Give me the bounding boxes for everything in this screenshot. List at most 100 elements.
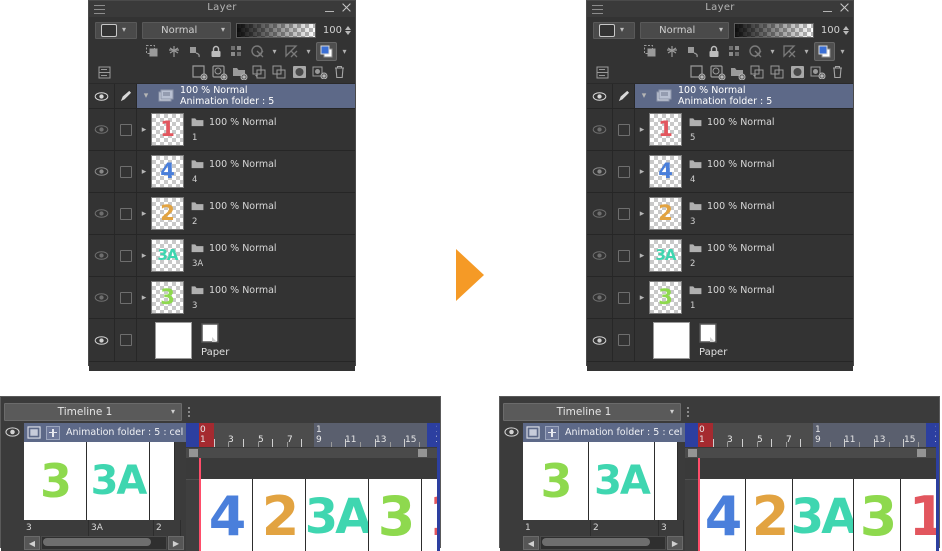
opacity-stepper[interactable] [345,25,351,35]
blend-mode-select[interactable]: Normal ▾ [141,21,231,39]
layer-row[interactable]: ▸ 3A 100 % Normal 2 [587,235,853,277]
timeline-cell[interactable]: 2 [253,479,306,551]
apply-mask-icon[interactable] [310,64,329,81]
scrollbar-thumb-right[interactable] [418,449,427,457]
timeline-track-header[interactable]: Animation folder : 5 : cel [24,423,186,442]
timeline-cell[interactable] [655,442,678,520]
delete-layer-icon[interactable] [828,64,847,81]
create-mask-icon[interactable] [290,64,309,81]
layer-row[interactable]: ▸ 3 100 % Normal 1 [587,277,853,319]
scrollbar-thumb-right[interactable] [917,449,926,457]
timeline-cell[interactable]: 3 [24,442,87,520]
lock-toggle[interactable] [115,193,137,234]
layer-row[interactable]: ▸ 3A 100 % Normal 3A [89,235,355,277]
new-folder-icon[interactable] [728,64,747,81]
timeline-cell[interactable]: 3A [589,442,655,520]
visibility-toggle[interactable] [89,277,115,318]
ruler-snap-icon[interactable] [164,43,183,60]
lock-toggle[interactable] [115,151,137,192]
timeline-track-header[interactable]: Animation folder : 5 : cel [523,423,685,442]
timeline-cell[interactable]: 4 [200,479,253,551]
lock-grid-icon[interactable] [227,43,246,60]
chevron-down-icon[interactable]: ▾ [269,43,280,60]
combine-down-icon[interactable] [270,64,289,81]
chevron-right-icon[interactable]: ▸ [137,167,151,177]
track-visibility-toggle[interactable] [504,426,519,438]
color-swatch-icon[interactable] [814,41,835,61]
create-mask-icon[interactable] [788,64,807,81]
timeline-options-icon[interactable] [683,403,692,421]
expand-track-button[interactable] [46,425,60,440]
layer-row[interactable]: ▸ 4 100 % Normal 4 [89,151,355,193]
layer-row[interactable]: ▸ 1 100 % Normal 1 [89,109,355,151]
layer-row[interactable]: ▸ 4 100 % Normal 4 [587,151,853,193]
timeline-cell[interactable]: 3A [87,442,150,520]
visibility-toggle[interactable] [587,193,613,234]
layer-color-select[interactable]: ▾ [95,21,137,39]
playhead[interactable] [199,458,201,551]
layer-list-settings-icon[interactable] [95,64,114,81]
lock-toggle[interactable] [613,109,635,150]
lock-toggle[interactable] [613,235,635,276]
lock-toggle[interactable] [613,319,635,361]
timeline-cell[interactable]: 3 [854,479,901,551]
lock-grid-icon[interactable] [725,43,744,60]
opacity-stepper[interactable] [843,25,849,35]
chevron-down-icon[interactable]: ▾ [339,43,350,60]
chevron-right-icon[interactable]: ▸ [635,251,649,261]
delete-layer-icon[interactable] [330,64,349,81]
timeline-select[interactable]: Timeline 1 ▾ [4,402,182,421]
layer-row[interactable]: ▸ 2 100 % Normal 3 [587,193,853,235]
layer-row-paper[interactable]: Paper [89,319,355,362]
visibility-toggle[interactable] [89,235,115,276]
layer-row[interactable]: ▸ 2 100 % Normal 2 [89,193,355,235]
chevron-right-icon[interactable]: ▸ [137,209,151,219]
visibility-toggle[interactable] [89,151,115,192]
lock-toggle[interactable] [115,319,137,361]
layer-row-content[interactable]: ▾ 100 % Normal Animation folder : 5 [635,84,853,108]
mask-disable-icon[interactable] [746,43,765,60]
chevron-right-icon[interactable]: ▸ [635,167,649,177]
chevron-down-icon[interactable]: ▾ [139,91,153,101]
color-swatch-icon[interactable] [316,41,337,61]
timeline-ruler[interactable]: 0 1 2 1 3 5 7 9 11 13 15 17 [186,423,440,447]
visibility-toggle[interactable] [587,235,613,276]
opacity-control[interactable]: 100 [734,22,849,38]
opacity-slider[interactable] [236,22,316,38]
chevron-down-icon[interactable]: ▾ [767,43,778,60]
chevron-down-icon[interactable]: ▾ [303,43,314,60]
chevron-right-icon[interactable]: ▸ [635,125,649,135]
layer-row-animation-folder[interactable]: ▾ 100 % Normal Animation folder : 5 [587,84,853,109]
opacity-control[interactable]: 100 [236,22,351,38]
opacity-slider[interactable] [734,22,814,38]
chevron-right-icon[interactable]: ▸ [635,209,649,219]
expand-track-button[interactable] [545,425,559,440]
visibility-toggle[interactable] [587,277,613,318]
transfer-down-icon[interactable] [748,64,767,81]
new-folder-icon[interactable] [230,64,249,81]
layer-color-select[interactable]: ▾ [593,21,635,39]
chevron-down-icon[interactable]: ▾ [637,91,651,101]
close-icon[interactable] [839,3,849,13]
new-raster-layer-icon[interactable] [688,64,707,81]
new-vector-layer-icon[interactable] [210,64,229,81]
timeline-cell[interactable]: 4 [699,479,746,551]
transfer-down-icon[interactable] [250,64,269,81]
visibility-toggle[interactable] [587,319,613,361]
layer-row[interactable]: ▸ 1 100 % Normal 5 [587,109,853,151]
timeline-select[interactable]: Timeline 1 ▾ [503,402,681,421]
timeline-options-icon[interactable] [184,403,193,421]
scrollbar-thumb[interactable] [542,538,650,546]
lock-layer-icon[interactable] [206,43,225,60]
lock-transparency-icon[interactable] [683,43,702,60]
chevron-right-icon[interactable]: ▸ [137,125,151,135]
lock-toggle[interactable] [115,109,137,150]
visibility-toggle[interactable] [89,319,115,361]
clipping-mask-icon[interactable] [143,43,162,60]
scrollbar-thumb-left[interactable] [189,449,198,457]
ruler-snap-icon[interactable] [662,43,681,60]
visibility-toggle[interactable] [89,193,115,234]
layer-row-animation-folder[interactable]: ▾ 100 % Normal Animation folder : 5 [89,84,355,109]
lock-toggle[interactable] [613,193,635,234]
mask-disable-icon[interactable] [248,43,267,60]
